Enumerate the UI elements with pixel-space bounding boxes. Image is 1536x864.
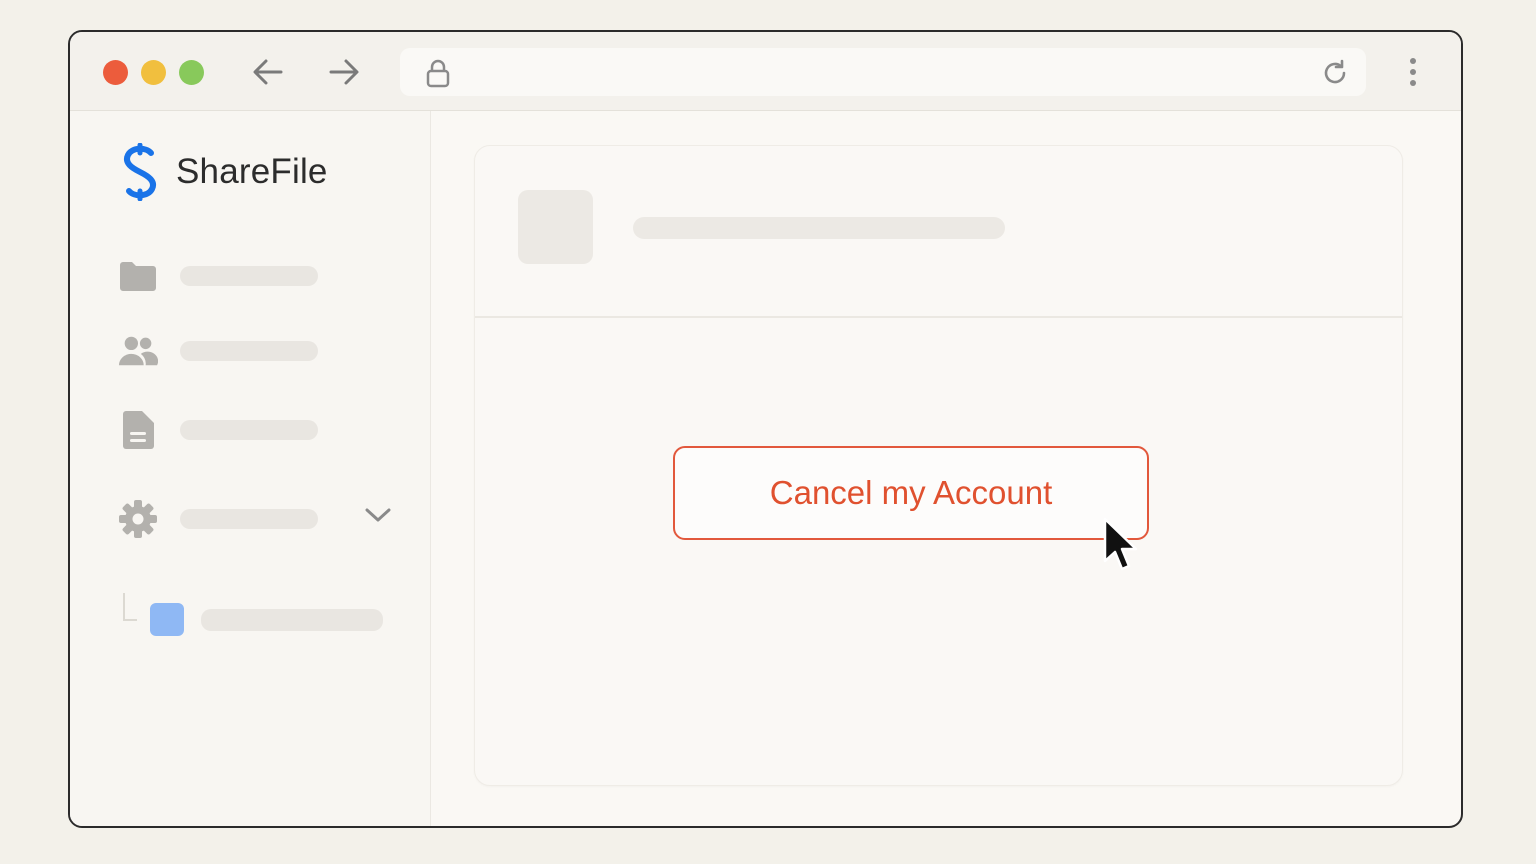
sidebar-item-settings[interactable]: [118, 499, 318, 539]
close-window-button[interactable]: [103, 60, 128, 85]
sidebar-subitem[interactable]: [150, 603, 383, 636]
minimize-window-button[interactable]: [141, 60, 166, 85]
brand-name: ShareFile: [176, 152, 328, 191]
forward-button[interactable]: [326, 54, 362, 90]
sidebar: ShareFile: [70, 111, 431, 826]
browser-toolbar: [70, 32, 1461, 111]
sidebar-item-label-placeholder: [180, 509, 318, 529]
document-icon: [118, 410, 158, 450]
title-placeholder: [633, 217, 1005, 239]
chevron-down-icon[interactable]: [364, 506, 392, 524]
back-button[interactable]: [250, 54, 286, 90]
maximize-window-button[interactable]: [179, 60, 204, 85]
sidebar-item-users[interactable]: [118, 331, 318, 371]
cancel-account-button[interactable]: Cancel my Account: [673, 446, 1149, 540]
folder-icon: [118, 256, 158, 296]
brand[interactable]: ShareFile: [118, 143, 328, 201]
sidebar-item-label-placeholder: [180, 420, 318, 440]
mouse-cursor-icon: [1103, 517, 1138, 571]
subitem-color-square: [150, 603, 184, 636]
kebab-menu-icon: [1410, 58, 1416, 86]
browser-menu-button[interactable]: [1401, 54, 1425, 90]
users-icon: [118, 331, 158, 371]
reload-icon[interactable]: [1320, 58, 1350, 88]
tree-connector: [123, 593, 137, 621]
back-arrow-icon: [253, 59, 283, 85]
sidebar-item-documents[interactable]: [118, 410, 318, 450]
sharefile-logo-icon: [124, 143, 156, 201]
lock-icon: [426, 59, 450, 88]
card-header: [475, 146, 1402, 318]
subitem-label-placeholder: [201, 608, 383, 631]
avatar-placeholder: [518, 190, 593, 264]
browser-window: ShareFile Cancel my Account: [68, 30, 1463, 828]
gear-icon: [118, 499, 158, 539]
sidebar-item-label-placeholder: [180, 341, 318, 361]
forward-arrow-icon: [329, 59, 359, 85]
address-bar[interactable]: [400, 48, 1366, 96]
sidebar-item-files[interactable]: [118, 256, 318, 296]
account-card: Cancel my Account: [474, 145, 1403, 786]
sidebar-item-label-placeholder: [180, 266, 318, 286]
